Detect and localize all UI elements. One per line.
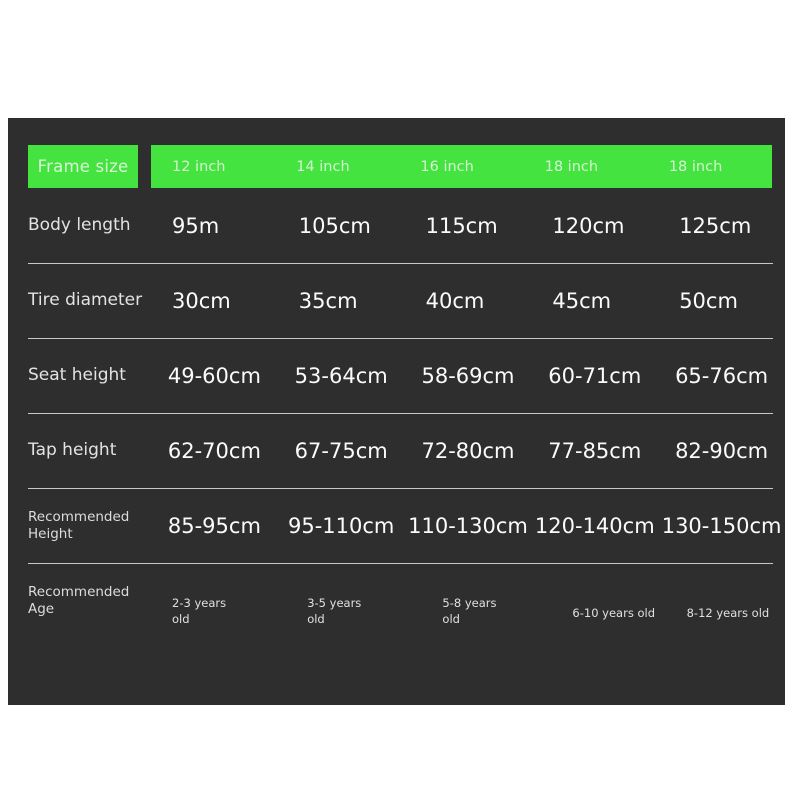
cell-tap-height-18in-a: 77-85cm	[548, 438, 642, 463]
row-values: 30cm 35cm 40cm 45cm 50cm	[151, 263, 785, 338]
row-separator	[28, 563, 773, 564]
row-label-tire-diameter: Tire diameter	[28, 290, 143, 311]
cell-recommended-height-18in-b: 130-150cm	[661, 513, 782, 538]
row-values: 2-3 years old 3-5 years old 5-8 years ol…	[151, 563, 785, 638]
cell-body-length-12in: 95m	[172, 213, 220, 238]
row-separator	[28, 338, 773, 339]
header-column-2-label: 14 inch	[296, 158, 350, 175]
row-values: 62-70cm 67-75cm 72-80cm 77-85cm 82-90cm	[151, 413, 785, 488]
cell-recommended-age-18in-b: 8-12 years old	[686, 605, 770, 620]
cell-tire-diameter-18in-a: 45cm	[552, 288, 612, 313]
table-row: Seat height 49-60cm 53-64cm 58-69cm 60-7…	[8, 338, 785, 413]
cell-tap-height-18in-b: 82-90cm	[675, 438, 769, 463]
cell-seat-height-12in: 49-60cm	[167, 363, 261, 388]
row-label-recommended-height: Recommended Height	[28, 509, 130, 542]
table-row: Recommended Age 2-3 years old 3-5 years …	[8, 563, 785, 638]
cell-tap-height-16in: 72-80cm	[421, 438, 515, 463]
header-column-1-label: 12 inch	[172, 158, 226, 175]
cell-body-length-18in-b: 125cm	[679, 213, 752, 238]
row-separator	[28, 488, 773, 489]
row-label-recommended-age: Recommended Age	[28, 584, 130, 617]
cell-recommended-height-14in: 95-110cm	[288, 513, 395, 538]
cell-recommended-age-16in: 5-8 years old	[442, 596, 497, 626]
row-separator	[28, 263, 773, 264]
header-columns-bar: 12 inch 14 inch 16 inch 18 inch 18 inch	[151, 145, 772, 188]
spec-table-panel: Frame size 12 inch 14 inch 16 inch 18 in…	[8, 118, 785, 705]
header-corner-cell: Frame size	[28, 145, 138, 188]
cell-body-length-18in-a: 120cm	[552, 213, 625, 238]
cell-seat-height-14in: 53-64cm	[294, 363, 388, 388]
row-label-tap-height: Tap height	[28, 440, 117, 461]
header-column-5-label: 18 inch	[668, 158, 723, 175]
header-column-3-label: 16 inch	[420, 158, 474, 175]
row-separator	[28, 413, 773, 414]
header-column-3: 16 inch	[399, 145, 523, 188]
cell-recommended-age-12in: 2-3 years old	[172, 596, 227, 626]
cell-seat-height-18in-b: 65-76cm	[675, 363, 769, 388]
table-row: Body length 95m 105cm 115cm 120cm 125cm	[8, 188, 785, 263]
cell-tire-diameter-18in-b: 50cm	[679, 288, 738, 313]
page-root: Frame size 12 inch 14 inch 16 inch 18 in…	[0, 0, 800, 800]
cell-seat-height-16in: 58-69cm	[421, 363, 515, 388]
table-row: Recommended Height 85-95cm 95-110cm 110-…	[8, 488, 785, 563]
table-header-row: Frame size 12 inch 14 inch 16 inch 18 in…	[8, 145, 785, 188]
header-column-2: 14 inch	[275, 145, 399, 188]
header-corner-label: Frame size	[37, 157, 129, 176]
table-body: Body length 95m 105cm 115cm 120cm 125cm …	[8, 188, 785, 638]
cell-recommended-age-14in: 3-5 years old	[307, 596, 362, 626]
row-label-body-length: Body length	[28, 215, 131, 236]
row-values: 49-60cm 53-64cm 58-69cm 60-71cm 65-76cm	[151, 338, 785, 413]
row-values: 85-95cm 95-110cm 110-130cm 120-140cm 130…	[151, 488, 785, 563]
cell-body-length-14in: 105cm	[298, 213, 371, 238]
cell-recommended-height-18in-a: 120-140cm	[534, 513, 655, 538]
cell-recommended-height-12in: 85-95cm	[167, 513, 261, 538]
cell-tap-height-12in: 62-70cm	[167, 438, 261, 463]
cell-tire-diameter-16in: 40cm	[425, 288, 485, 313]
cell-body-length-16in: 115cm	[425, 213, 498, 238]
row-values: 95m 105cm 115cm 120cm 125cm	[151, 188, 785, 263]
cell-tire-diameter-14in: 35cm	[298, 288, 358, 313]
table-row: Tire diameter 30cm 35cm 40cm 45cm 50cm	[8, 263, 785, 338]
cell-recommended-height-16in: 110-130cm	[408, 513, 528, 538]
header-column-5: 18 inch	[648, 145, 772, 188]
row-label-seat-height: Seat height	[28, 365, 126, 386]
cell-tire-diameter-12in: 30cm	[172, 288, 231, 313]
table-row: Tap height 62-70cm 67-75cm 72-80cm 77-85…	[8, 413, 785, 488]
cell-recommended-age-18in-a: 6-10 years old	[572, 605, 655, 620]
cell-seat-height-18in-a: 60-71cm	[548, 363, 642, 388]
header-column-1: 12 inch	[151, 145, 275, 188]
header-column-4: 18 inch	[524, 145, 648, 188]
cell-tap-height-14in: 67-75cm	[294, 438, 388, 463]
header-column-4-label: 18 inch	[544, 158, 599, 175]
